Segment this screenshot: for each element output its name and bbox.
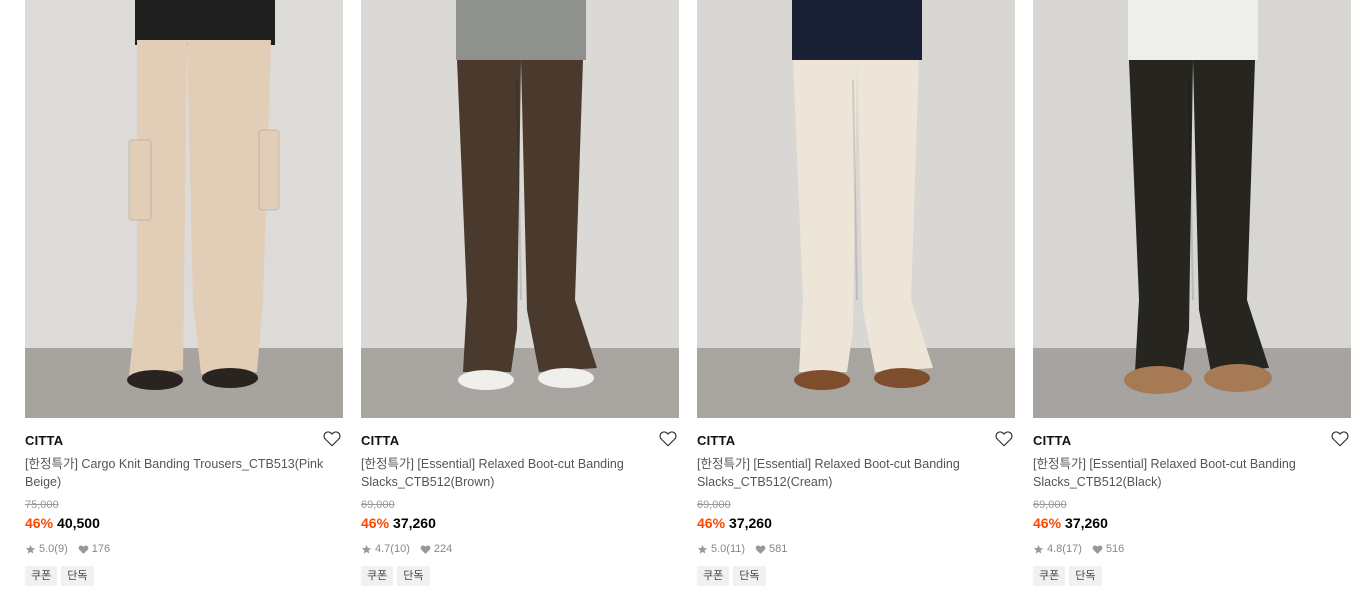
rating-value: 4.7 [375, 543, 391, 555]
product-image[interactable] [361, 0, 679, 418]
product-tags: 쿠폰 단독 [361, 566, 434, 586]
tag-coupon: 쿠폰 [361, 566, 394, 586]
review-count: (11) [726, 543, 746, 555]
heart-filled-icon [420, 544, 431, 554]
tag-coupon: 쿠폰 [1033, 566, 1066, 586]
heart-filled-icon [755, 544, 766, 554]
product-image[interactable] [1033, 0, 1351, 418]
heart-filled-icon [1092, 544, 1103, 554]
original-price: 69,000 [697, 499, 731, 511]
wishlist-heart-icon[interactable] [1331, 430, 1349, 447]
product-image[interactable] [697, 0, 1015, 418]
price-line: 46% 37,260 [1033, 515, 1108, 531]
product-card[interactable]: CITTA [한정특가] Cargo Knit Banding Trousers… [25, 0, 343, 595]
brand-name[interactable]: CITTA [361, 433, 399, 448]
rating-value: 4.8 [1047, 543, 1063, 555]
product-tags: 쿠폰 단독 [697, 566, 770, 586]
product-meta: 5.0 (9) 176 [25, 543, 110, 555]
product-title[interactable]: [한정특가] [Essential] Relaxed Boot-cut Band… [697, 455, 1003, 491]
rating-value: 5.0 [39, 543, 55, 555]
wishlist-heart-icon[interactable] [323, 430, 341, 447]
tag-exclusive: 단독 [397, 566, 430, 586]
sale-price: 40,500 [57, 515, 100, 531]
discount-rate: 46% [1033, 515, 1062, 531]
product-title[interactable]: [한정특가] [Essential] Relaxed Boot-cut Band… [1033, 455, 1339, 491]
tag-exclusive: 단독 [1069, 566, 1102, 586]
like-count: 176 [91, 543, 111, 555]
review-count: (17) [1062, 543, 1082, 555]
rating-value: 5.0 [711, 543, 727, 555]
heart-filled-icon [78, 544, 89, 554]
review-count: (9) [54, 543, 68, 555]
brand-name[interactable]: CITTA [697, 433, 735, 448]
original-price: 69,000 [1033, 499, 1067, 511]
tag-coupon: 쿠폰 [697, 566, 730, 586]
product-card[interactable]: CITTA [한정특가] [Essential] Relaxed Boot-cu… [697, 0, 1015, 595]
star-icon [361, 544, 372, 554]
star-icon [25, 544, 36, 554]
product-card[interactable]: CITTA [한정특가] [Essential] Relaxed Boot-cu… [1033, 0, 1351, 595]
product-meta: 5.0 (11) 581 [697, 543, 787, 555]
product-grid: CITTA [한정특가] Cargo Knit Banding Trousers… [25, 0, 1355, 595]
brand-name[interactable]: CITTA [1033, 433, 1071, 448]
tag-coupon: 쿠폰 [25, 566, 58, 586]
product-title[interactable]: [한정특가] [Essential] Relaxed Boot-cut Band… [361, 455, 667, 491]
discount-rate: 46% [697, 515, 726, 531]
tag-exclusive: 단독 [733, 566, 766, 586]
product-tags: 쿠폰 단독 [25, 566, 98, 586]
price-line: 46% 40,500 [25, 515, 100, 531]
price-line: 46% 37,260 [697, 515, 772, 531]
wishlist-heart-icon[interactable] [995, 430, 1013, 447]
like-count: 224 [433, 543, 453, 555]
review-count: (10) [390, 543, 410, 555]
like-count: 581 [769, 543, 788, 555]
like-count: 516 [1105, 543, 1125, 555]
sale-price: 37,260 [1065, 515, 1108, 531]
star-icon [697, 544, 708, 554]
sale-price: 37,260 [393, 515, 436, 531]
original-price: 69,000 [361, 499, 395, 511]
star-icon [1033, 544, 1044, 554]
product-meta: 4.7 (10) 224 [361, 543, 452, 555]
discount-rate: 46% [361, 515, 390, 531]
sale-price: 37,260 [729, 515, 772, 531]
tag-exclusive: 단독 [61, 566, 94, 586]
product-image[interactable] [25, 0, 343, 418]
product-title[interactable]: [한정특가] Cargo Knit Banding Trousers_CTB51… [25, 455, 331, 491]
product-meta: 4.8 (17) 516 [1033, 543, 1124, 555]
price-line: 46% 37,260 [361, 515, 436, 531]
wishlist-heart-icon[interactable] [659, 430, 677, 447]
discount-rate: 46% [25, 515, 54, 531]
original-price: 75,000 [25, 499, 59, 511]
product-tags: 쿠폰 단독 [1033, 566, 1106, 586]
product-card[interactable]: CITTA [한정특가] [Essential] Relaxed Boot-cu… [361, 0, 679, 595]
brand-name[interactable]: CITTA [25, 433, 63, 448]
